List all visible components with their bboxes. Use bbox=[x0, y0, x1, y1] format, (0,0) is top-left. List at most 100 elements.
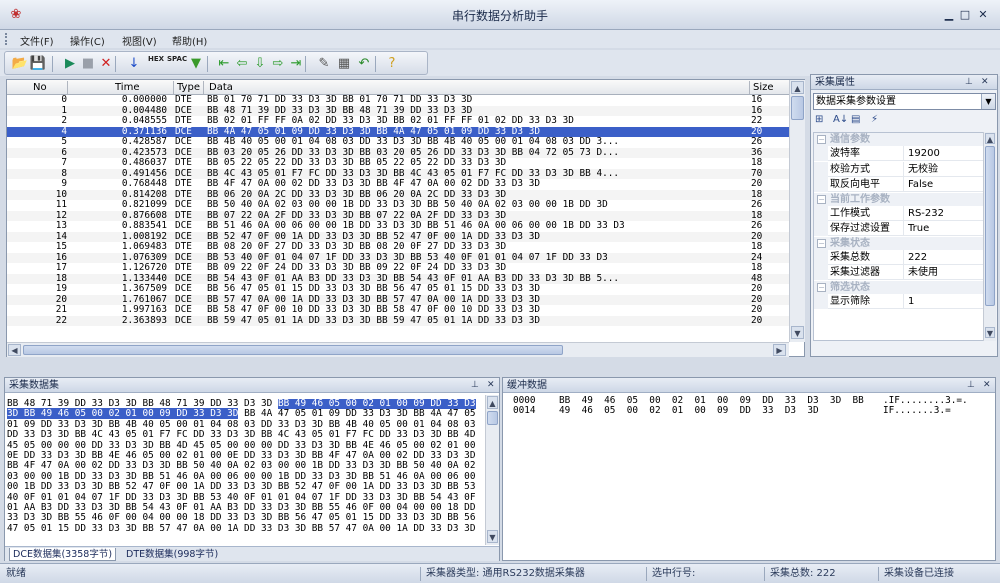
property-value[interactable]: RS-232 bbox=[908, 206, 944, 221]
down-icon[interactable]: ⇩ bbox=[251, 55, 269, 73]
close-icon[interactable]: ✕ bbox=[983, 378, 991, 393]
property-value[interactable]: 无校验 bbox=[908, 162, 938, 177]
packet-horizontal-scrollbar[interactable]: ◀ ▶ bbox=[7, 342, 789, 357]
scroll-down-icon[interactable]: ▼ bbox=[985, 327, 995, 338]
property-row[interactable]: 取反向电平 False bbox=[814, 177, 986, 192]
property-row[interactable]: 波特率 19200 bbox=[814, 146, 986, 161]
property-row[interactable]: 校验方式 无校验 bbox=[814, 161, 986, 177]
column-header-time[interactable]: Time bbox=[115, 82, 139, 95]
property-object-select[interactable]: 数据采集参数设置 ▼ bbox=[813, 93, 996, 110]
back-icon[interactable]: ⇦ bbox=[233, 55, 251, 73]
hex-selection[interactable]: 3D BB 49 46 05 00 02 01 00 09 DD 33 D3 3… bbox=[7, 408, 239, 420]
property-value[interactable]: 222 bbox=[908, 250, 927, 265]
table-row[interactable]: 22 2.363893 DCE BB 59 47 05 01 1A DD 33 D3 … bbox=[7, 315, 789, 326]
buffer-hex-view[interactable]: 0000 BB 49 46 05 00 02 01 00 09 DD 33 D3 … bbox=[507, 395, 993, 417]
delete-icon[interactable]: ✕ bbox=[97, 55, 115, 73]
table-row[interactable]: 13 0.883541 DCE BB 51 46 0A 00 06 00 00 1B … bbox=[7, 220, 789, 232]
menu-operation[interactable]: 操作(C) bbox=[70, 33, 105, 48]
scroll-thumb[interactable] bbox=[985, 146, 995, 306]
tab-dte-dataset[interactable]: DTE数据集(998字节) bbox=[123, 548, 221, 561]
stop-icon[interactable]: ■ bbox=[79, 55, 97, 73]
download-arrow-icon[interactable]: ↓ bbox=[125, 55, 143, 73]
property-category[interactable]: − 采集状态 bbox=[814, 236, 986, 250]
scroll-thumb[interactable] bbox=[23, 345, 563, 355]
pin-icon[interactable]: ⊥ bbox=[471, 378, 479, 393]
hex-icon[interactable]: HEX bbox=[147, 55, 165, 73]
maximize-button[interactable]: □ bbox=[958, 8, 972, 22]
sort-az-icon[interactable]: A↓ bbox=[833, 114, 848, 125]
menu-help[interactable]: 帮助(H) bbox=[172, 33, 207, 48]
scroll-right-icon[interactable]: ▶ bbox=[773, 344, 786, 356]
close-button[interactable]: ✕ bbox=[976, 8, 990, 22]
property-row[interactable]: 采集总数 222 bbox=[814, 249, 986, 265]
scroll-up-icon[interactable]: ▲ bbox=[791, 81, 804, 94]
collapse-icon[interactable]: − bbox=[817, 238, 826, 248]
table-row[interactable]: 17 1.126720 DTE BB 09 22 0F 24 DD 33 D3 3D … bbox=[7, 262, 789, 274]
minimize-button[interactable]: ▁ bbox=[942, 8, 956, 22]
categorized-icon[interactable]: ⊞ bbox=[815, 114, 823, 125]
property-pages-icon[interactable]: ▤ bbox=[851, 114, 860, 125]
property-row[interactable]: 采集过滤器 未使用 bbox=[814, 265, 986, 280]
spac-icon[interactable]: SPAC bbox=[167, 55, 187, 73]
column-header-no[interactable]: No bbox=[33, 82, 47, 95]
last-icon[interactable]: ⇥ bbox=[287, 55, 305, 73]
chevron-down-icon[interactable]: ▼ bbox=[981, 94, 995, 109]
table-row[interactable]: 5 0.428587 DCE BB 4B 40 05 00 01 04 08 03 D… bbox=[7, 136, 789, 148]
events-icon[interactable]: ⚡ bbox=[871, 114, 878, 125]
scroll-up-icon[interactable]: ▲ bbox=[487, 396, 498, 409]
table-row[interactable]: 9 0.768448 DTE BB 4F 47 0A 00 02 DD 33 D3 3… bbox=[7, 178, 789, 190]
undo-icon[interactable]: ↶ bbox=[355, 55, 373, 73]
menu-view[interactable]: 视图(V) bbox=[122, 33, 157, 48]
scroll-down-icon[interactable]: ▼ bbox=[791, 326, 804, 339]
forward-icon[interactable]: ⇨ bbox=[269, 55, 287, 73]
collected-scrollbar[interactable]: ▲ ▼ bbox=[485, 395, 499, 545]
scroll-down-icon[interactable]: ▼ bbox=[487, 530, 498, 543]
property-scrollbar[interactable]: ▲ ▼ bbox=[983, 132, 996, 341]
brush-icon[interactable]: ✎ bbox=[315, 55, 333, 73]
save-icon[interactable]: 💾 bbox=[29, 55, 47, 73]
table-row[interactable]: 15 1.069483 DTE BB 08 20 0F 27 DD 33 D3 3D … bbox=[7, 241, 789, 253]
tab-dce-dataset[interactable]: DCE数据集(3358字节) bbox=[9, 548, 117, 561]
pin-icon[interactable]: ⊥ bbox=[967, 378, 975, 393]
property-value[interactable]: 1 bbox=[908, 294, 914, 309]
property-row[interactable]: 工作模式 RS-232 bbox=[814, 205, 986, 221]
property-category[interactable]: − 筛选状态 bbox=[814, 280, 986, 294]
help-icon[interactable]: ? bbox=[383, 55, 401, 73]
scroll-thumb[interactable] bbox=[487, 411, 498, 425]
column-header-data[interactable]: Data bbox=[209, 82, 233, 95]
collected-hex-view[interactable]: BB 48 71 39 DD 33 D3 3D BB 48 71 39 DD 3… bbox=[7, 399, 485, 539]
property-category[interactable]: − 当前工作参数 bbox=[814, 192, 986, 206]
property-value[interactable]: 19200 bbox=[908, 146, 940, 161]
open-folder-icon[interactable]: 📂 bbox=[11, 55, 29, 73]
property-row[interactable]: 显示筛除 1 bbox=[814, 293, 986, 309]
scroll-thumb[interactable] bbox=[791, 96, 804, 120]
filter-icon[interactable]: ▼ bbox=[187, 55, 205, 73]
table-row[interactable]: 2 0.048555 DTE BB 02 01 FF FF 0A 02 DD 33 D… bbox=[7, 115, 789, 127]
collapse-icon[interactable]: − bbox=[817, 194, 826, 204]
menu-file[interactable]: 文件(F) bbox=[20, 33, 54, 48]
table-row[interactable]: 7 0.486037 DTE BB 05 22 05 22 DD 33 D3 3D B… bbox=[7, 157, 789, 169]
property-value[interactable]: True bbox=[908, 221, 929, 236]
scroll-left-icon[interactable]: ◀ bbox=[8, 344, 21, 356]
property-key: 校验方式 bbox=[830, 161, 904, 177]
collapse-icon[interactable]: − bbox=[817, 135, 826, 144]
first-icon[interactable]: ⇤ bbox=[215, 55, 233, 73]
pin-icon[interactable]: ⊥ bbox=[965, 75, 973, 90]
column-header-size[interactable]: Size bbox=[753, 82, 774, 95]
grid-icon[interactable]: ▦ bbox=[335, 55, 353, 73]
close-icon[interactable]: ✕ bbox=[981, 75, 989, 90]
packet-vertical-scrollbar[interactable]: ▲ ▼ bbox=[789, 80, 805, 342]
table-row[interactable]: 11 0.821099 DCE BB 50 40 0A 02 03 00 00 1B … bbox=[7, 199, 789, 211]
table-row[interactable]: 21 1.997163 DCE BB 58 47 0F 00 10 DD 33 D3 … bbox=[7, 304, 789, 316]
property-value[interactable]: False bbox=[908, 177, 933, 192]
table-row[interactable]: 0 0.000000 DTE BB 01 70 71 DD 33 D3 3D BB 0… bbox=[7, 95, 789, 106]
property-value[interactable]: 未使用 bbox=[908, 265, 938, 280]
column-header-type[interactable]: Type bbox=[177, 82, 200, 95]
play-icon[interactable]: ▶ bbox=[61, 55, 79, 73]
collapse-icon[interactable]: − bbox=[817, 282, 826, 292]
close-icon[interactable]: ✕ bbox=[487, 378, 495, 393]
table-row[interactable]: 19 1.367509 DCE BB 56 47 05 01 15 DD 33 D3 … bbox=[7, 283, 789, 295]
property-category[interactable]: − 通信参数 bbox=[814, 133, 986, 146]
scroll-up-icon[interactable]: ▲ bbox=[985, 133, 995, 144]
property-row[interactable]: 保存过滤设置 True bbox=[814, 221, 986, 236]
